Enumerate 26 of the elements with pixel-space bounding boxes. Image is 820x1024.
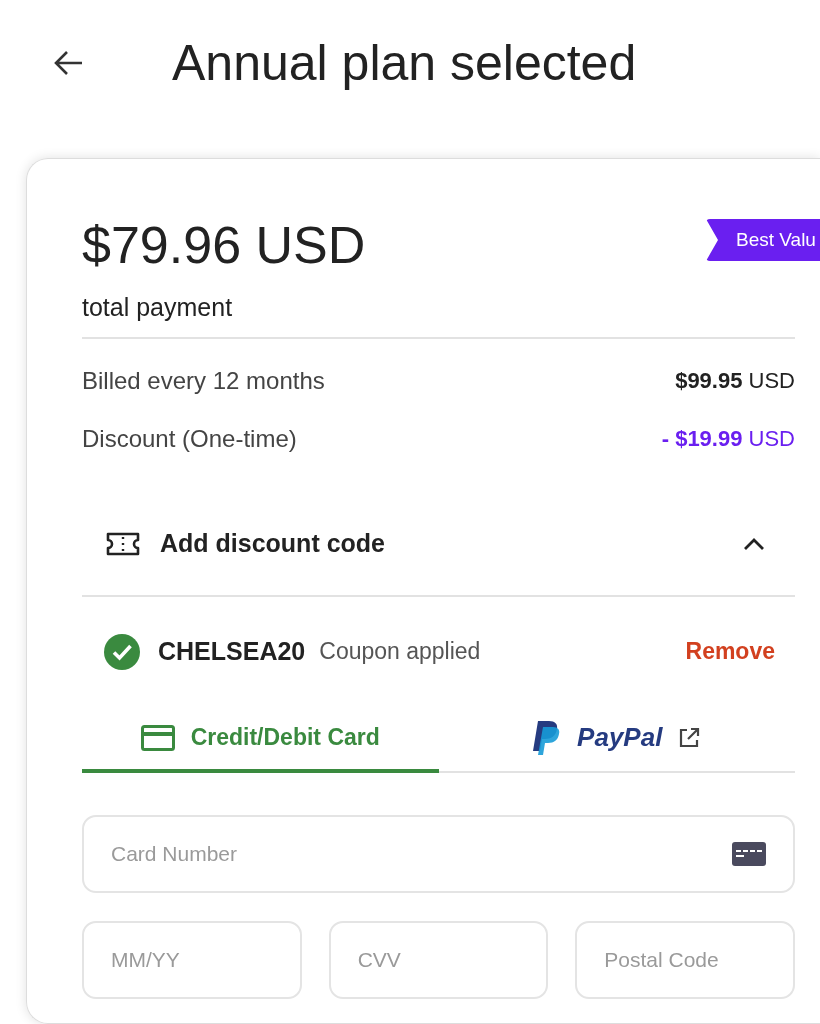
card-number-field[interactable]: Card Number: [82, 814, 795, 893]
card-icon: [140, 724, 175, 751]
ticket-icon: [106, 530, 140, 557]
coupon-status: Coupon applied: [319, 637, 482, 667]
paypal-p-icon: [533, 720, 562, 755]
check-circle-icon: [104, 633, 140, 670]
payment-tab[interactable]: Credit/Debit Card: [82, 706, 439, 773]
credit-card-icon: [732, 841, 766, 866]
back-arrow-icon[interactable]: [54, 50, 84, 76]
total-price: $79.96 USD: [82, 219, 366, 271]
input-field[interactable]: MM/YY: [82, 920, 302, 999]
price-caption: total payment: [82, 289, 795, 339]
best-value-ribbon: Best Valu: [706, 219, 820, 261]
line-amount: - $19.99 USD: [661, 425, 795, 453]
discount-code-toggle[interactable]: Add discount code: [160, 524, 743, 563]
input-field[interactable]: CVV: [328, 920, 549, 999]
external-link-icon: [678, 726, 701, 749]
line-label: Discount (One-time): [82, 423, 297, 454]
remove-link[interactable]: Remove: [685, 634, 775, 669]
line-amount: $99.95 USD: [675, 367, 795, 395]
coupon-code: CHELSEA20: [158, 635, 306, 667]
page-title: Annual plan selected: [172, 38, 637, 88]
line-label: Billed every 12 months: [82, 365, 325, 396]
input-field[interactable]: Postal Code: [575, 920, 795, 999]
payment-tab[interactable]: PayPal: [438, 706, 795, 773]
chevron-icon[interactable]: [743, 536, 765, 551]
